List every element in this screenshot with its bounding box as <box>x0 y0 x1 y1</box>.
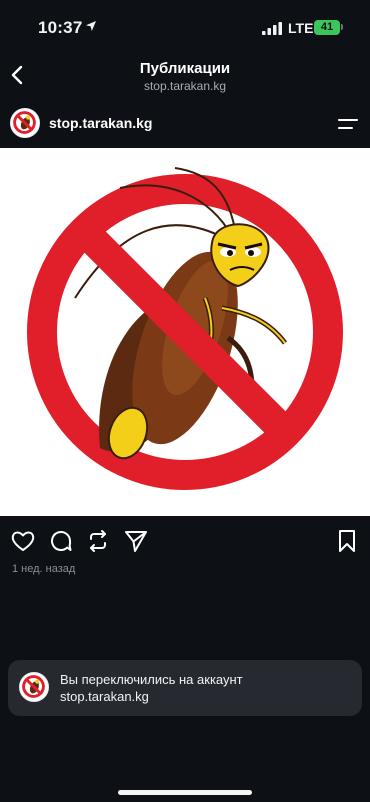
no-cockroach-illustration <box>27 167 343 490</box>
network-type: LTE <box>288 20 314 36</box>
no-cockroach-logo-icon <box>13 111 36 134</box>
nav-header: Публикации stop.tarakan.kg <box>0 52 370 98</box>
home-indicator[interactable] <box>118 790 252 795</box>
page-title: Публикации <box>139 60 231 77</box>
avatar[interactable] <box>10 108 40 138</box>
post-username[interactable]: stop.tarakan.kg <box>49 115 152 131</box>
status-bar: 10:37 LTE 41 <box>0 0 370 52</box>
battery-level: 41 <box>314 20 340 35</box>
no-cockroach-logo-icon <box>22 675 45 698</box>
page-subtitle[interactable]: stop.tarakan.kg <box>0 79 370 93</box>
toast-message: Вы переключились на аккаунт stop.tarakan… <box>60 671 350 705</box>
post-actions <box>0 528 370 556</box>
post-header: stop.tarakan.kg <box>0 104 370 144</box>
bookmark-icon[interactable] <box>334 528 360 554</box>
avatar <box>19 672 49 702</box>
battery-tip <box>341 24 343 30</box>
comment-icon[interactable] <box>48 528 74 554</box>
toast-line-1: Вы переключились на аккаунт <box>60 672 243 687</box>
status-time: 10:37 <box>38 18 83 37</box>
send-icon[interactable] <box>123 528 149 554</box>
location-arrow-icon <box>86 21 96 31</box>
toast-line-2: stop.tarakan.kg <box>60 689 149 704</box>
repost-icon[interactable] <box>85 528 111 554</box>
signal-icon <box>262 22 282 35</box>
heart-icon[interactable] <box>10 528 36 554</box>
post-timestamp: 1 нед. назад <box>12 563 76 575</box>
menu-icon[interactable] <box>336 116 360 132</box>
account-switch-toast[interactable]: Вы переключились на аккаунт stop.tarakan… <box>8 660 362 716</box>
post-image[interactable] <box>0 148 370 516</box>
